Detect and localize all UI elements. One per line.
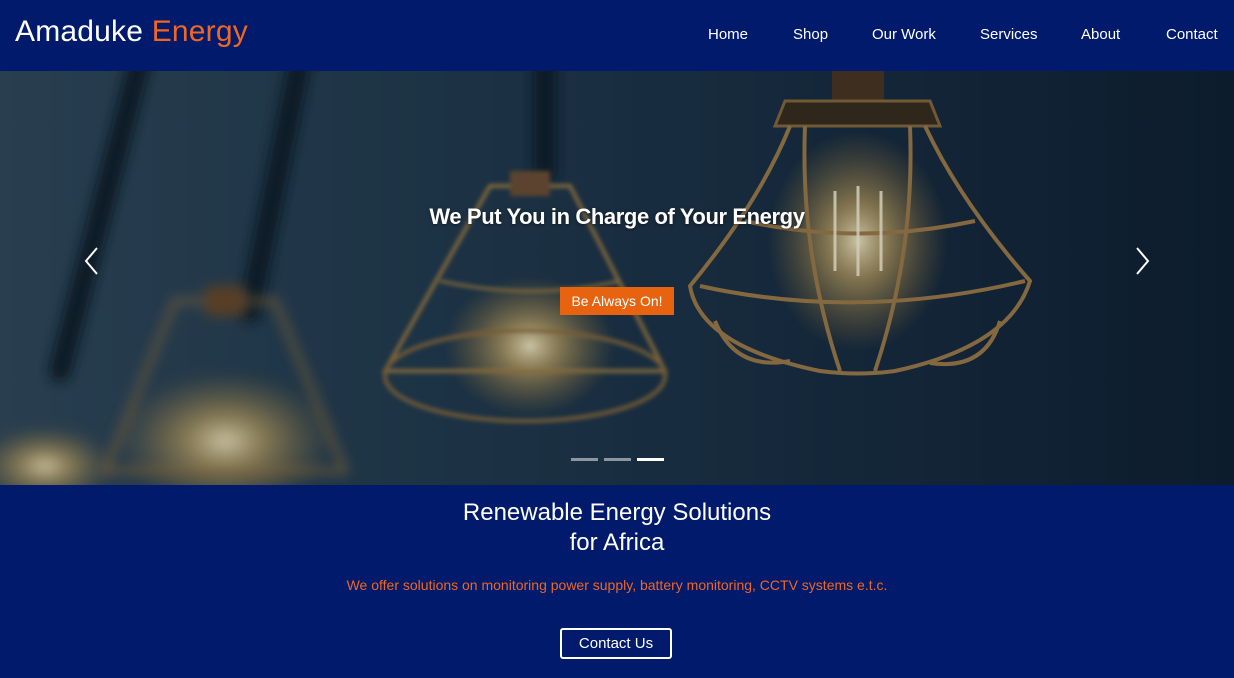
hero-carousel: We Put You in Charge of Your Energy Be A… <box>0 71 1234 485</box>
carousel-indicator-1[interactable] <box>571 458 598 461</box>
be-always-on-button[interactable]: Be Always On! <box>560 287 674 315</box>
brand-name-accent: Energy <box>151 15 248 48</box>
brand-logo[interactable]: Amaduke Energy <box>15 14 248 50</box>
chevron-right-icon <box>1136 247 1150 275</box>
carousel-prev-button[interactable] <box>80 244 104 278</box>
chevron-left-icon <box>84 247 98 275</box>
nav-home[interactable]: Home <box>708 25 748 45</box>
section-headline: Renewable Energy Solutions for Africa <box>0 498 1234 558</box>
carousel-indicator-3[interactable] <box>637 458 664 461</box>
carousel-next-button[interactable] <box>1130 244 1154 278</box>
nav-services[interactable]: Services <box>980 25 1038 45</box>
navbar: Amaduke Energy Home Shop Our Work Servic… <box>0 0 1234 71</box>
nav-contact[interactable]: Contact <box>1166 25 1218 45</box>
contact-us-button[interactable]: Contact Us <box>560 628 672 659</box>
brand-name-primary: Amaduke <box>15 15 144 48</box>
nav-about[interactable]: About <box>1081 25 1120 45</box>
headline-line-1: Renewable Energy Solutions <box>462 499 772 526</box>
hero-title: We Put You in Charge of Your Energy <box>429 204 805 229</box>
headline-line-2: for Africa <box>569 529 665 556</box>
nav-our-work[interactable]: Our Work <box>872 25 936 45</box>
carousel-indicator-2[interactable] <box>604 458 631 461</box>
nav-shop[interactable]: Shop <box>793 25 828 45</box>
hero-overlay <box>0 71 1234 485</box>
section-subtext: We offer solutions on monitoring power s… <box>346 577 888 593</box>
